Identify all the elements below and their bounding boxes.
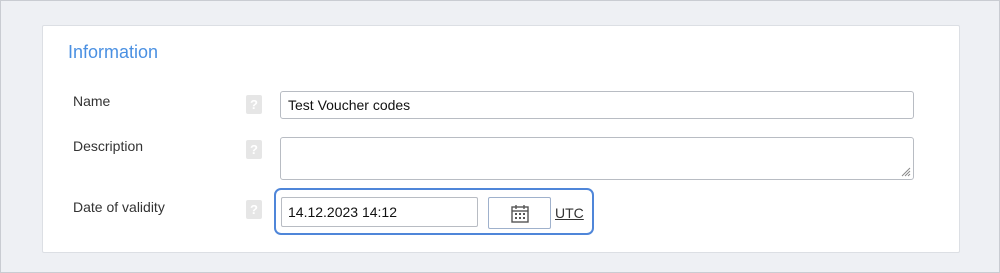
resize-grip-icon[interactable]	[899, 165, 911, 177]
calendar-icon	[511, 205, 529, 223]
validity-label: Date of validity	[73, 199, 165, 215]
description-textarea[interactable]	[280, 137, 914, 180]
name-help-icon[interactable]: ?	[246, 95, 262, 114]
timezone-link[interactable]: UTC	[555, 205, 584, 221]
page-frame: Information Name ? Description ? Date of…	[0, 0, 1000, 273]
name-input[interactable]	[280, 91, 914, 119]
calendar-button[interactable]	[488, 197, 551, 229]
validity-help-icon[interactable]: ?	[246, 200, 262, 219]
description-label: Description	[73, 138, 144, 154]
description-help-icon[interactable]: ?	[246, 140, 262, 159]
information-card: Information Name ? Description ? Date of…	[42, 25, 960, 253]
date-input[interactable]	[281, 197, 478, 227]
name-label: Name	[73, 93, 111, 109]
section-title: Information	[68, 42, 159, 62]
